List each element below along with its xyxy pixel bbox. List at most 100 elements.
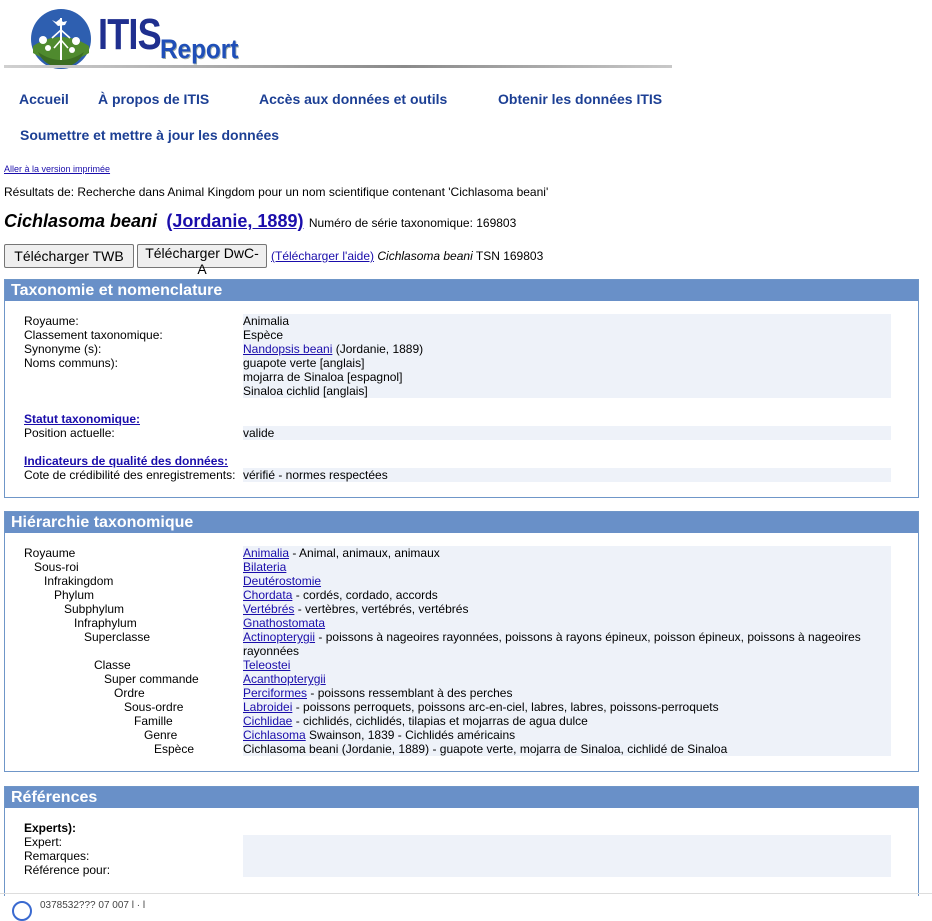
- remarks-row: Remarques:: [5, 849, 915, 863]
- hierarchy-value: Deutérostomie: [243, 574, 891, 588]
- hierarchy-rank: Espèce: [154, 742, 195, 756]
- nav-home[interactable]: Accueil: [19, 91, 69, 107]
- download-help-name: Cichlasoma beani: [377, 249, 473, 263]
- logo-text: ITIS: [98, 10, 162, 59]
- hierarchy-value: Labroidei - poissons perroquets, poisson…: [243, 700, 891, 714]
- synonym-label: Synonyme (s):: [24, 342, 102, 356]
- print-version-link[interactable]: Aller à la version imprimée: [4, 164, 110, 174]
- hierarchy-taxon-link[interactable]: Labroidei: [243, 700, 292, 714]
- hierarchy-value: Chordata - cordés, cordado, accords: [243, 588, 891, 602]
- hierarchy-taxon-link[interactable]: Acanthopterygii: [243, 672, 326, 686]
- hierarchy-taxon-link[interactable]: Cichlasoma: [243, 728, 306, 742]
- hierarchy-rank: Subphylum: [64, 602, 125, 616]
- hierarchy-taxon-link[interactable]: Gnathostomata: [243, 616, 325, 630]
- hierarchy-description: - cichlidés, cichlidés, tilapias et moja…: [295, 714, 588, 728]
- hierarchy-description: - Animal, animaux, animaux: [292, 546, 440, 560]
- reference-label: Référence pour:: [24, 863, 111, 877]
- hierarchy-description: - poissons perroquets, poissons arc-en-c…: [295, 700, 719, 714]
- hierarchy-description: - cordés, cordado, accords: [295, 588, 438, 602]
- synonym-link[interactable]: Nandopsis beani: [243, 342, 332, 356]
- reference-row: Référence pour:: [5, 863, 915, 877]
- common-name: Sinaloa cichlid [anglais]: [243, 384, 368, 398]
- hierarchy-taxon-link[interactable]: Vertébrés: [243, 602, 294, 616]
- hierarchy-taxon-link[interactable]: Cichlidae: [243, 714, 292, 728]
- hierarchy-taxon-link[interactable]: Teleostei: [243, 658, 290, 672]
- hierarchy-rank: Infraphylum: [74, 616, 137, 630]
- references-section: Références Experts): Expert: Remarques: …: [4, 786, 919, 896]
- hierarchy-taxon-link[interactable]: Bilateria: [243, 560, 286, 574]
- download-twb-button[interactable]: Télécharger TWB: [4, 244, 134, 268]
- taxon-title: Cichlasoma beani (Jordanie, 1889) Numéro…: [4, 211, 516, 232]
- footer-divider: [0, 893, 932, 894]
- taxon-author-link[interactable]: (Jordanie, 1889): [166, 211, 303, 231]
- section-title: Hiérarchie taxonomique: [5, 512, 918, 533]
- hierarchy-row: Espèce Cichlasoma beani (Jordanie, 1889) …: [5, 742, 915, 770]
- hierarchy-row: Genre Cichlasoma Swainson, 1839 - Cichlid…: [5, 728, 915, 742]
- hierarchy-value: Teleostei: [243, 658, 891, 672]
- search-results-text: Résultats de: Recherche dans Animal King…: [4, 185, 549, 199]
- download-help-tsn: TSN 169803: [475, 249, 544, 263]
- rank-value: Espèce: [243, 328, 284, 342]
- common-names-row: Noms communs): guapote verte [anglais]: [5, 356, 915, 370]
- hierarchy-value: Gnathostomata: [243, 616, 891, 630]
- site-header: ITIS Report: [0, 0, 932, 80]
- taxonomic-status-link[interactable]: Statut taxonomique:: [24, 412, 140, 426]
- nav-obtain-data[interactable]: Obtenir les données ITIS: [498, 91, 662, 107]
- hierarchy-rank: Sous-roi: [34, 560, 79, 574]
- expert-row: Expert:: [5, 835, 915, 849]
- taxon-tsn: Numéro de série taxonomique: 169803: [308, 216, 517, 230]
- synonym-value: Nandopsis beani (Jordanie, 1889): [243, 342, 891, 356]
- hierarchy-row: Phylum Chordata - cordés, cordado, accord…: [5, 588, 915, 602]
- itis-logo-icon[interactable]: [30, 8, 92, 70]
- rank-label: Classement taxonomique:: [24, 328, 163, 342]
- hierarchy-taxon-link[interactable]: Animalia: [243, 546, 289, 560]
- hierarchy-taxon-link[interactable]: Deutérostomie: [243, 574, 321, 588]
- hierarchy-rank: Super commande: [104, 672, 199, 686]
- hierarchy-value: Bilateria: [243, 560, 891, 574]
- hierarchy-taxon-link[interactable]: Chordata: [243, 588, 292, 602]
- hierarchy-description: - poissons ressemblant à des perches: [310, 686, 513, 700]
- hierarchy-taxon-link[interactable]: Perciformes: [243, 686, 307, 700]
- taxon-name: Cichlasoma beani: [4, 211, 158, 231]
- footer-icon[interactable]: [12, 901, 32, 921]
- rank-row: Classement taxonomique: Espèce: [5, 328, 915, 342]
- synonym-author: (Jordanie, 1889): [335, 342, 424, 356]
- hierarchy-row: Classe Teleostei: [5, 658, 915, 672]
- hierarchy-row: Superclasse Actinopterygii - poissons à n…: [5, 630, 915, 658]
- hierarchy-row: Ordre Perciformes - poissons ressemblant …: [5, 686, 915, 700]
- hierarchy-rank: Sous-ordre: [124, 700, 184, 714]
- hierarchy-row: Infrakingdom Deutérostomie: [5, 574, 915, 588]
- logo-subtitle: Report: [160, 34, 239, 64]
- hierarchy-description: Swainson, 1839 - Cichlidés américains: [309, 728, 516, 742]
- quality-label: Cote de crédibilité des enregistrements:: [24, 468, 236, 482]
- status-value: valide: [243, 426, 275, 440]
- hierarchy-rank: Infrakingdom: [44, 574, 114, 588]
- hierarchy-value: Cichlidae - cichlidés, cichlidés, tilapi…: [243, 714, 891, 728]
- hierarchy-description: - poissons à nageoires rayonnées, poisso…: [243, 630, 861, 658]
- hierarchy-rank: Ordre: [114, 686, 145, 700]
- hierarchy-row: Sous-ordre Labroidei - poissons perroquet…: [5, 700, 915, 714]
- header-divider: [4, 65, 672, 68]
- hierarchy-row: Sous-roi Bilateria: [5, 560, 915, 574]
- kingdom-value: Animalia: [243, 314, 290, 328]
- hierarchy-taxon-link[interactable]: Actinopterygii: [243, 630, 315, 644]
- download-help-link[interactable]: (Télécharger l'aide): [271, 249, 374, 263]
- download-dwca-button[interactable]: Télécharger DwC-A: [137, 244, 267, 277]
- hierarchy-row: Infraphylum Gnathostomata: [5, 616, 915, 630]
- data-quality-link[interactable]: Indicateurs de qualité des données:: [24, 454, 228, 468]
- nav-about[interactable]: À propos de ITIS: [98, 91, 209, 107]
- quality-value: vérifié - normes respectées: [243, 468, 388, 482]
- hierarchy-rank: Famille: [134, 714, 173, 728]
- kingdom-row: Royaume: Animalia: [5, 314, 915, 328]
- common-name: guapote verte [anglais]: [243, 356, 365, 370]
- hierarchy-value: Acanthopterygii: [243, 672, 891, 686]
- hierarchy-value: Cichlasoma beani (Jordanie, 1889) - guap…: [243, 742, 891, 756]
- kingdom-label: Royaume:: [24, 314, 79, 328]
- synonym-row: Synonyme (s): Nandopsis beani (Jordanie,…: [5, 342, 915, 356]
- hierarchy-value: Perciformes - poissons ressemblant à des…: [243, 686, 891, 700]
- nav-data-access[interactable]: Accès aux données et outils: [259, 91, 447, 107]
- status-label: Position actuelle:: [24, 426, 115, 440]
- nav-submit-data[interactable]: Soumettre et mettre à jour les données: [20, 127, 279, 143]
- section-title: Références: [5, 787, 918, 808]
- status-row: Position actuelle: valide: [5, 426, 915, 440]
